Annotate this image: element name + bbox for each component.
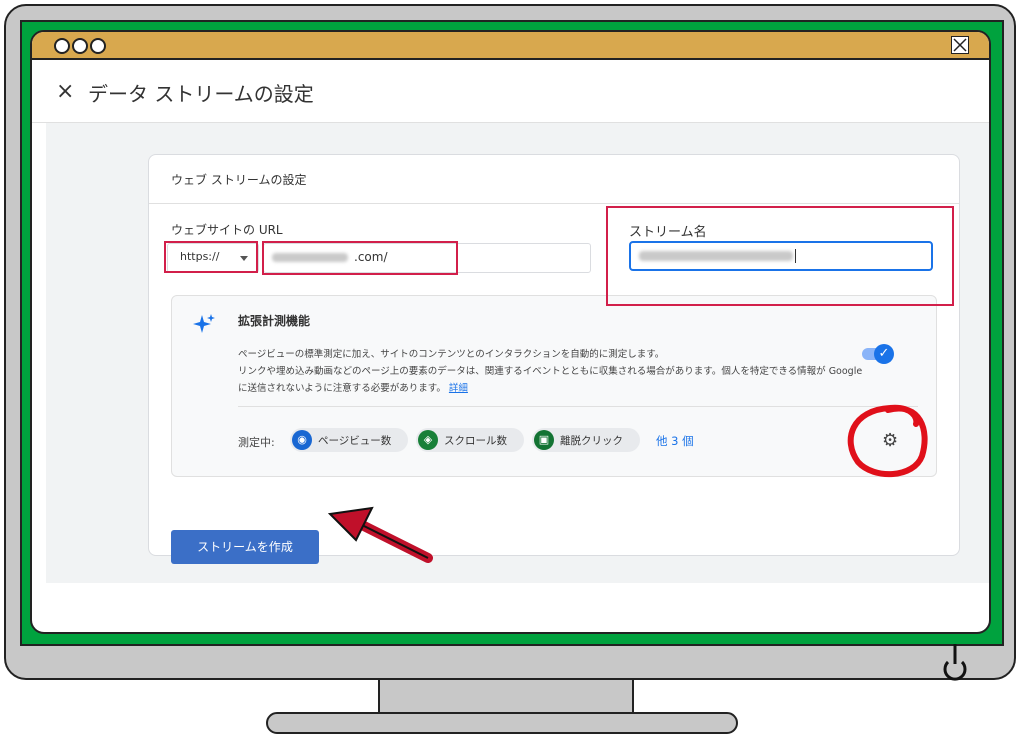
card-title: ウェブ ストリームの設定 (171, 173, 307, 187)
page-title: データ ストリームの設定 (88, 82, 314, 106)
gear-icon[interactable]: ⚙ (882, 430, 898, 451)
eye-icon: ◉ (292, 430, 312, 450)
chip-label: 離脱クリック (560, 435, 623, 447)
enhanced-measurement-panel: 拡張計測機能 ページビューの標準測定に加え、サイトのコンテンツとのインタラクショ… (171, 295, 937, 477)
enhanced-measurement-description: ページビューの標準測定に加え、サイトのコンテンツとのインタラクションを自動的に測… (238, 346, 868, 397)
chip-label: ページビュー数 (318, 435, 392, 447)
description-line: リンクや埋め込み動画などのページ上の要素のデータは、関連するイベントとともに収集… (238, 366, 863, 394)
website-url-label: ウェブサイトの URL (171, 223, 283, 237)
monitor-stand-base (266, 712, 738, 734)
check-icon: ✓ (874, 344, 894, 364)
window-close-icon[interactable] (951, 36, 969, 54)
window-title-bar (32, 32, 989, 60)
compass-icon: ◈ (418, 430, 438, 450)
window-dot-icon (90, 38, 106, 54)
highlight-protocol (164, 241, 258, 273)
chip-label: スクロール数 (444, 435, 507, 447)
card-header: ウェブ ストリームの設定 (149, 155, 959, 204)
divider (238, 406, 918, 407)
chip-outbound-clicks: ▣ 離脱クリック (532, 428, 640, 452)
more-events-link[interactable]: 他 3 個 (656, 433, 694, 449)
window-dot-icon (54, 38, 70, 54)
power-icon (943, 644, 967, 681)
detail-link[interactable]: 詳細 (449, 383, 468, 394)
chip-page-views: ◉ ページビュー数 (290, 428, 408, 452)
enhanced-measurement-title: 拡張計測機能 (238, 314, 311, 328)
measuring-label: 測定中: (238, 436, 275, 449)
chip-scrolls: ◈ スクロール数 (416, 428, 524, 452)
app-header: × データ ストリームの設定 (32, 60, 989, 123)
highlight-stream-name (606, 206, 954, 306)
screen: × データ ストリームの設定 ウェブ ストリームの設定 ウェブサイトの URL … (30, 30, 991, 634)
window-dot-icon (72, 38, 88, 54)
description-line: ページビューの標準測定に加え、サイトのコンテンツとのインタラクションを自動的に測… (238, 349, 665, 360)
monitor-stand-neck (378, 680, 634, 714)
create-stream-button[interactable]: ストリームを作成 (171, 530, 319, 564)
sparkle-icon (193, 314, 215, 333)
close-icon[interactable]: × (56, 81, 74, 103)
enhanced-measurement-toggle[interactable]: ✓ (862, 344, 896, 364)
mouse-icon: ▣ (534, 430, 554, 450)
highlight-url (262, 241, 458, 275)
